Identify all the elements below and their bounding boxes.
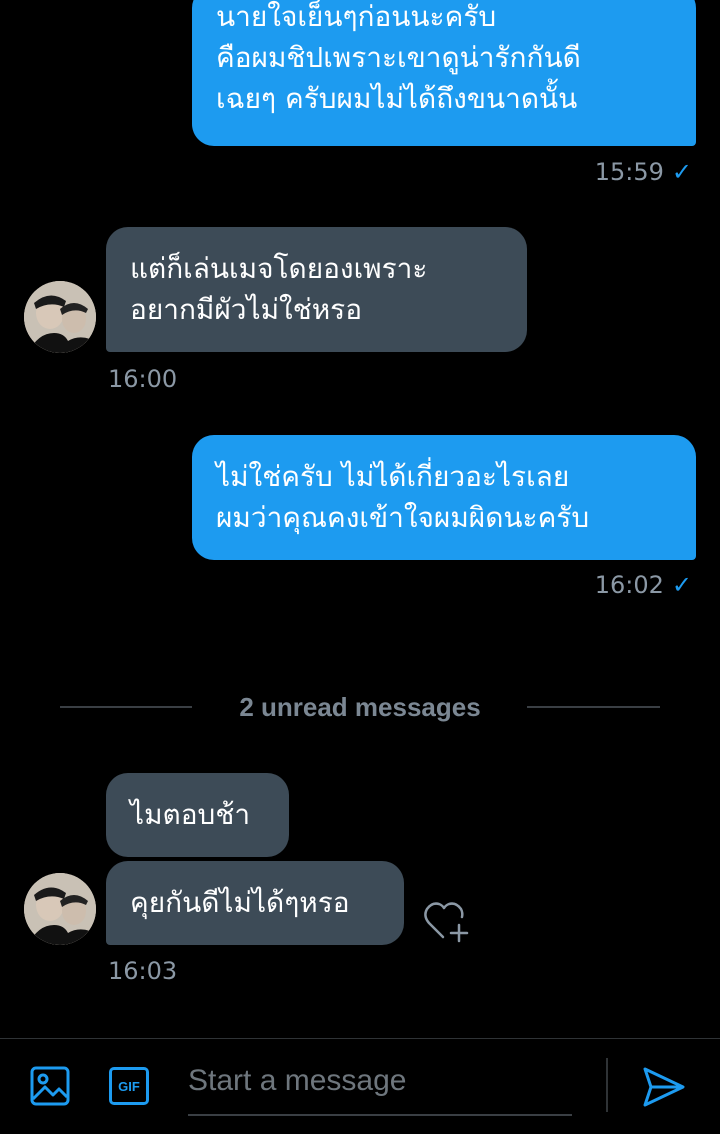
- message-text-line: แต่ก็เล่นเมจโดยองเพราะ: [130, 252, 428, 285]
- message-input-placeholder: Start a message: [188, 1064, 407, 1097]
- message-text-line: ผมว่าคุณคงเข้าใจผมผิดนะครับ: [216, 501, 590, 534]
- image-icon[interactable]: [28, 1064, 72, 1108]
- message-text-line: นายใจเย็นๆก่อนนะครับ: [216, 0, 497, 33]
- message-text-line: คุยกันดีไม่ได้ๆหรอ: [130, 886, 350, 919]
- message-text-line: คือผมชิปเพราะเขาดูน่ารักกันดี: [216, 41, 581, 74]
- timestamp-text: 15:59: [594, 158, 664, 186]
- avatar[interactable]: [24, 873, 96, 945]
- message-text-line: ไม่ใช่ครับ ไม่ได้เกี่ยวอะไรเลย: [216, 460, 570, 493]
- gif-label: GIF: [118, 1078, 140, 1094]
- composer-divider: [0, 1038, 720, 1039]
- message-input[interactable]: Start a message: [188, 1058, 572, 1116]
- gif-icon[interactable]: GIF: [106, 1064, 152, 1108]
- message-bubble-outgoing[interactable]: ไม่ใช่ครับ ไม่ได้เกี่ยวอะไรเลย ผมว่าคุณค…: [192, 435, 696, 560]
- message-bubble-outgoing[interactable]: นายใจเย็นๆก่อนนะครับ คือผมชิปเพราะเขาดูน…: [192, 0, 696, 146]
- message-text-line: ไมตอบช้า: [130, 798, 251, 831]
- message-text-line: อยากมีผัวไม่ใช่หรอ: [130, 293, 363, 326]
- composer-separator: [606, 1058, 608, 1112]
- timestamp-text: 16:02: [594, 571, 664, 599]
- send-icon[interactable]: [638, 1062, 690, 1112]
- checkmark-icon: ✓: [671, 571, 692, 599]
- message-timestamp: 16:00: [108, 364, 177, 394]
- message-bubble-incoming[interactable]: แต่ก็เล่นเมจโดยองเพราะ อยากมีผัวไม่ใช่หร…: [106, 227, 527, 352]
- avatar[interactable]: [24, 281, 96, 353]
- gif-icon-frame: GIF: [109, 1067, 149, 1105]
- divider-line-right: [527, 706, 660, 708]
- message-bubble-incoming[interactable]: คุยกันดีไม่ได้ๆหรอ: [106, 861, 404, 945]
- message-timestamp: 16:03: [108, 956, 177, 986]
- timestamp-text: 16:03: [108, 957, 178, 985]
- checkmark-icon: ✓: [671, 158, 692, 186]
- message-text-line: เฉยๆ ครับผมไม่ได้ถึงขนาดนั้น: [216, 82, 578, 115]
- message-timestamp: 16:02 ✓: [595, 570, 692, 600]
- timestamp-text: 16:00: [108, 365, 178, 393]
- message-timestamp: 15:59 ✓: [595, 157, 692, 187]
- avatar-photo-icon: [24, 873, 96, 945]
- avatar-photo-icon: [24, 281, 96, 353]
- heart-plus-icon[interactable]: [420, 898, 472, 946]
- message-bubble-incoming[interactable]: ไมตอบช้า: [106, 773, 289, 857]
